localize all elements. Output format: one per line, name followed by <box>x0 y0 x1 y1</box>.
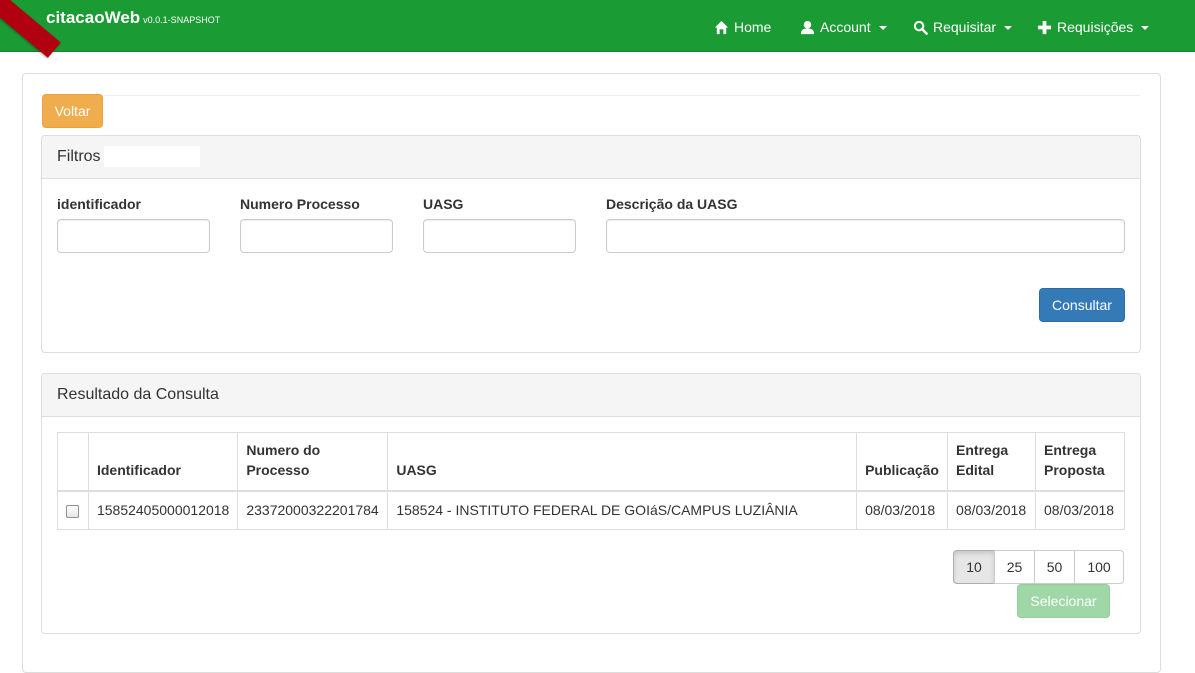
plus-icon <box>1037 20 1052 34</box>
results-table: Identificador Numero do Processo UASG Pu… <box>57 432 1125 530</box>
selecionar-button[interactable]: Selecionar <box>1017 584 1110 618</box>
user-icon <box>800 20 815 34</box>
cell-identificador: 15852405000012018 <box>87 490 239 530</box>
resultado-heading: Resultado da Consulta <box>42 374 1140 417</box>
nav-requisicoes-label: Requisições <box>1057 19 1134 35</box>
table-row[interactable]: 15852405000012018 23372000322201784 1585… <box>57 490 1125 530</box>
row-checkbox[interactable] <box>66 505 80 519</box>
column-entrega-proposta[interactable]: Entrega Proposta <box>1035 432 1125 492</box>
descricao-uasg-label: Descrição da UASG <box>606 196 738 212</box>
numero-processo-label: Numero Processo <box>240 196 360 212</box>
cell-uasg: 158524 - INSTITUTO FEDERAL DE GOIáS/CAMP… <box>387 490 858 530</box>
column-identificador[interactable]: Identificador <box>87 432 239 492</box>
cell-entrega-proposta: 08/03/2018 <box>1035 490 1125 530</box>
page-size-50[interactable]: 50 <box>1034 550 1075 584</box>
brand-name: citacaoWeb <box>46 8 141 27</box>
row-select-cell <box>57 490 89 530</box>
nav-requisitar-label: Requisitar <box>933 19 997 35</box>
nav-requisitar[interactable]: Requisitar <box>913 16 1013 38</box>
column-publicacao[interactable]: Publicação <box>856 432 949 492</box>
nav-account[interactable]: Account <box>800 16 887 38</box>
nav-requisicoes[interactable]: Requisições <box>1037 16 1150 38</box>
navbar: citacaoWeb v0.0.1-SNAPSHOT Home Account R… <box>0 0 1195 58</box>
page-size-10[interactable]: 10 <box>953 550 995 584</box>
brand[interactable]: citacaoWeb v0.0.1-SNAPSHOT <box>46 8 220 28</box>
home-icon <box>714 20 729 34</box>
nav-home-label: Home <box>734 19 772 35</box>
uasg-label: UASG <box>423 196 464 212</box>
table-header-row: Identificador Numero do Processo UASG Pu… <box>57 432 1125 492</box>
uasg-input[interactable] <box>423 219 576 253</box>
nav-home[interactable]: Home <box>714 16 771 38</box>
redacted-area <box>104 146 200 167</box>
filtros-heading: Filtros <box>42 136 1140 179</box>
page-size-25[interactable]: 25 <box>994 550 1035 584</box>
filtros-title: Filtros <box>57 148 101 165</box>
cell-entrega-edital: 08/03/2018 <box>947 490 1037 530</box>
page-size-100[interactable]: 100 <box>1074 550 1124 584</box>
divider <box>40 95 1140 96</box>
voltar-button[interactable]: Voltar <box>42 94 103 128</box>
nav-account-label: Account <box>820 19 871 35</box>
chevron-down-icon <box>878 26 887 30</box>
chevron-down-icon <box>1004 26 1013 30</box>
identificador-input[interactable] <box>57 219 210 253</box>
column-entrega-edital[interactable]: Entrega Edital <box>947 432 1037 492</box>
resultado-title: Resultado da Consulta <box>57 386 219 403</box>
cell-publicacao: 08/03/2018 <box>856 490 949 530</box>
consultar-button[interactable]: Consultar <box>1039 288 1125 322</box>
identificador-label: identificador <box>57 196 142 212</box>
search-icon <box>913 20 928 35</box>
descricao-uasg-input[interactable] <box>606 219 1125 253</box>
numero-processo-input[interactable] <box>240 219 393 253</box>
brand-version: v0.0.1-SNAPSHOT <box>143 15 221 25</box>
column-uasg[interactable]: UASG <box>387 432 858 492</box>
column-numero-processo[interactable]: Numero do Processo <box>237 432 389 492</box>
page-size-selector: 10 25 50 100 <box>953 550 1124 584</box>
column-select <box>57 432 89 492</box>
chevron-down-icon <box>1141 26 1150 30</box>
cell-processo: 23372000322201784 <box>237 490 389 530</box>
